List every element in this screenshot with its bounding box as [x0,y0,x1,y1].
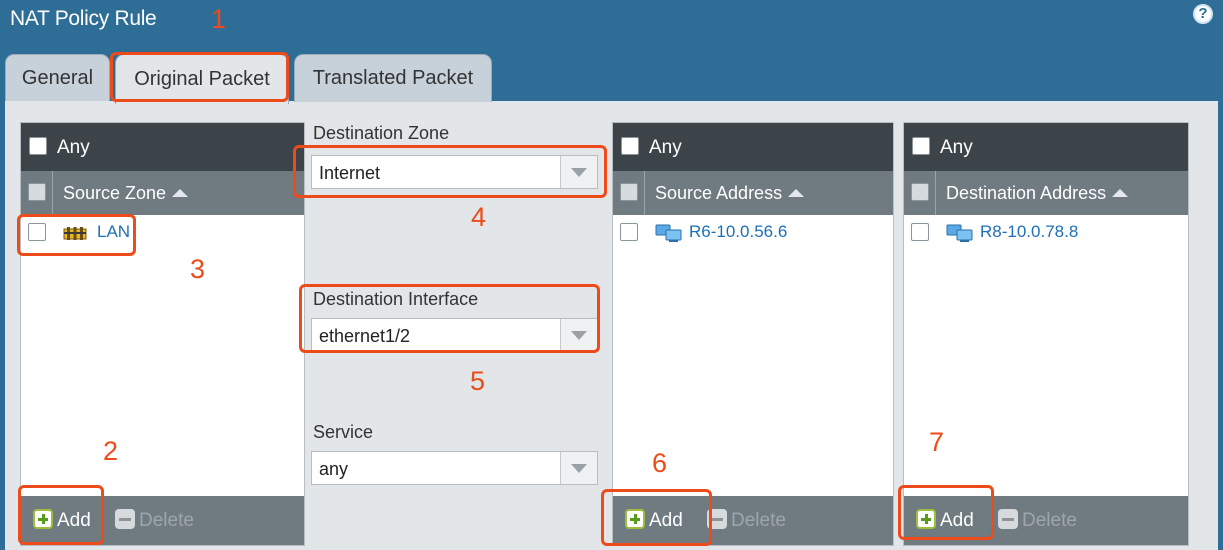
any-label: Any [57,137,90,158]
any-checkbox[interactable] [912,137,930,155]
service-select[interactable]: any [311,451,598,485]
any-header: Any [613,123,893,171]
highlight-source-address-add [601,489,712,546]
sort-asc-icon [788,189,805,197]
annotation-number-4: 4 [471,202,487,232]
select-all-checkbox[interactable] [911,183,929,201]
address-icon [946,224,973,242]
source-zone-panel: Any Source Zone LAN Add Delete [20,122,305,546]
annotation-number-2: 2 [103,436,119,466]
any-label: Any [649,137,682,158]
delete-button[interactable]: Delete [707,509,786,532]
destination-zone-label: Destination Zone [313,123,450,143]
address-icon [655,224,682,242]
highlight-source-zone-add [18,485,104,545]
list-item[interactable]: R8-10.0.78.8 [904,215,1188,249]
delete-button[interactable]: Delete [115,509,194,532]
sort-asc-icon [1112,189,1129,197]
column-label: Source Zone [63,183,167,203]
help-icon[interactable]: ? [1193,4,1213,24]
column-header[interactable]: Destination Address [904,171,1188,215]
address-link[interactable]: R6-10.0.56.6 [689,222,787,242]
column-header[interactable]: Source Zone [21,171,304,215]
row-checkbox[interactable] [911,223,929,241]
column-header[interactable]: Source Address [613,171,893,215]
select-all-checkbox[interactable] [28,183,46,201]
delete-button[interactable]: Delete [998,509,1077,532]
any-header: Any [904,123,1188,171]
highlight-destination-interface [299,284,600,353]
annotation-number-5: 5 [470,366,486,396]
address-link[interactable]: R8-10.0.78.8 [980,222,1078,242]
minus-icon [998,509,1018,529]
any-label: Any [940,137,973,158]
service-label: Service [313,422,374,442]
annotation-number-1: 1 [211,4,227,34]
tab-translated-packet[interactable]: Translated Packet [294,54,492,102]
any-checkbox[interactable] [621,137,639,155]
annotation-number-3: 3 [190,254,206,284]
minus-icon [115,509,135,529]
chevron-down-icon[interactable] [560,452,597,484]
list-item[interactable]: R6-10.0.56.6 [613,215,893,249]
row-checkbox[interactable] [620,223,638,241]
tab-general[interactable]: General [5,54,110,102]
any-checkbox[interactable] [29,137,47,155]
destination-address-panel: Any Destination Address R8-10.0.78.8 Add… [903,122,1189,546]
annotation-number-6: 6 [652,448,668,478]
dialog-title: NAT Policy Rule [10,7,157,30]
select-all-checkbox[interactable] [620,183,638,201]
source-address-panel: Any Source Address R6-10.0.56.6 Add Dele… [612,122,894,546]
highlight-original-packet-tab [110,52,289,102]
highlight-destination-address-add [898,485,994,540]
sort-asc-icon [172,189,189,197]
highlight-lan-row [17,214,136,256]
any-header: Any [21,123,304,171]
service-value: any [319,459,349,479]
column-label: Source Address [655,183,783,203]
column-label: Destination Address [946,183,1107,203]
highlight-destination-zone [293,145,607,198]
annotation-number-7: 7 [929,427,945,457]
